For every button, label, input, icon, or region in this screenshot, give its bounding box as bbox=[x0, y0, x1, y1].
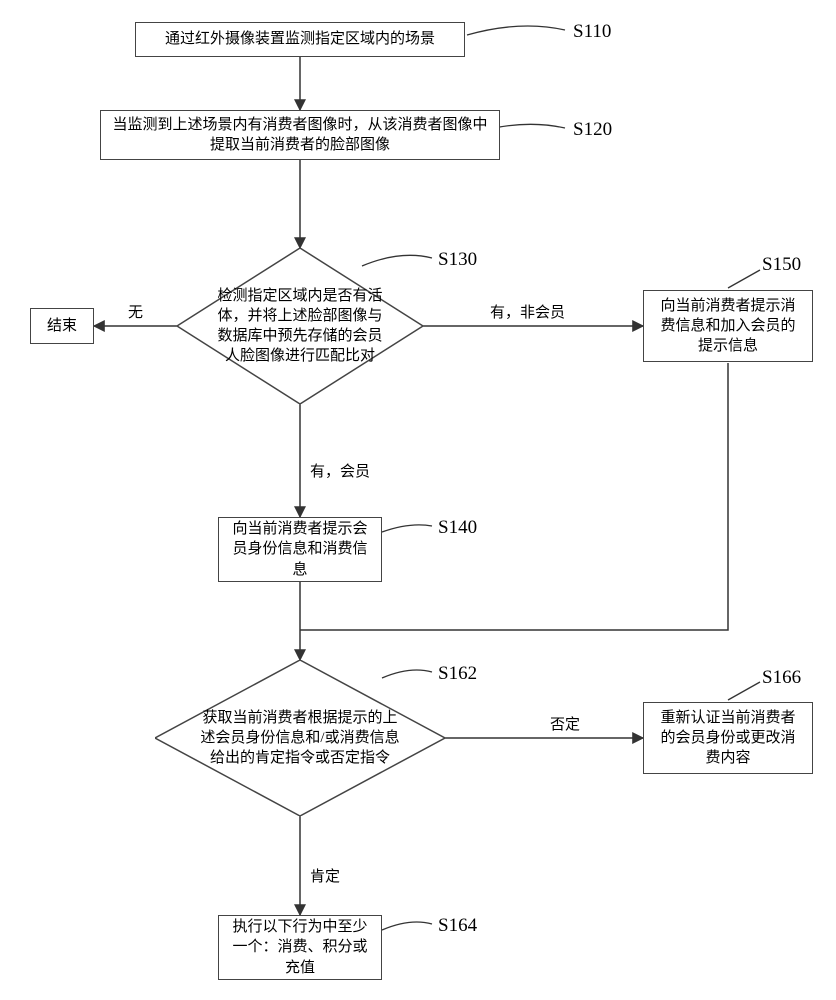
step-label-s150: S150 bbox=[762, 255, 801, 274]
node-text: 执行以下行为中至少一个：消费、积分或充值 bbox=[229, 917, 371, 978]
node-s164: 执行以下行为中至少一个：消费、积分或充值 bbox=[218, 915, 382, 980]
node-text: 当监测到上述场景内有消费者图像时，从该消费者图像中提取当前消费者的脸部图像 bbox=[111, 115, 489, 156]
node-s166: 重新认证当前消费者的会员身份或更改消费内容 bbox=[643, 702, 813, 774]
edge-label-s130-end: 无 bbox=[128, 306, 143, 321]
node-text: 结束 bbox=[47, 316, 77, 336]
step-label-s166: S166 bbox=[762, 668, 801, 687]
step-label-s164: S164 bbox=[438, 916, 477, 935]
edge-label-s130-s140: 有，会员 bbox=[310, 465, 370, 480]
step-label-s140: S140 bbox=[438, 518, 477, 537]
node-s140: 向当前消费者提示会员身份信息和消费信息 bbox=[218, 517, 382, 582]
node-text: 重新认证当前消费者的会员身份或更改消费内容 bbox=[654, 708, 802, 769]
edge-label-s130-s150: 有，非会员 bbox=[490, 306, 565, 321]
step-label-s110: S110 bbox=[573, 22, 611, 41]
node-text: 通过红外摄像装置监测指定区域内的场景 bbox=[165, 29, 435, 49]
step-label-s130: S130 bbox=[438, 250, 477, 269]
node-text: 获取当前消费者根据提示的上述会员身份信息和/或消费信息给出的肯定指令或否定指令 bbox=[197, 708, 403, 769]
node-text: 向当前消费者提示消费信息和加入会员的提示信息 bbox=[654, 296, 802, 357]
node-text: 检测指定区域内是否有活体，并将上述脸部图像与数据库中预先存储的会员人脸图像进行匹… bbox=[211, 286, 389, 367]
edge-label-s162-s166: 否定 bbox=[550, 718, 580, 733]
edge-label-s162-s164: 肯定 bbox=[310, 870, 340, 885]
node-s110: 通过红外摄像装置监测指定区域内的场景 bbox=[135, 22, 465, 57]
node-s150: 向当前消费者提示消费信息和加入会员的提示信息 bbox=[643, 290, 813, 362]
node-end: 结束 bbox=[30, 308, 94, 344]
node-s130: 检测指定区域内是否有活体，并将上述脸部图像与数据库中预先存储的会员人脸图像进行匹… bbox=[177, 248, 423, 404]
node-text: 向当前消费者提示会员身份信息和消费信息 bbox=[229, 519, 371, 580]
step-label-s162: S162 bbox=[438, 664, 477, 683]
node-s162: 获取当前消费者根据提示的上述会员身份信息和/或消费信息给出的肯定指令或否定指令 bbox=[155, 660, 445, 816]
step-label-s120: S120 bbox=[573, 120, 612, 139]
node-s120: 当监测到上述场景内有消费者图像时，从该消费者图像中提取当前消费者的脸部图像 bbox=[100, 110, 500, 160]
